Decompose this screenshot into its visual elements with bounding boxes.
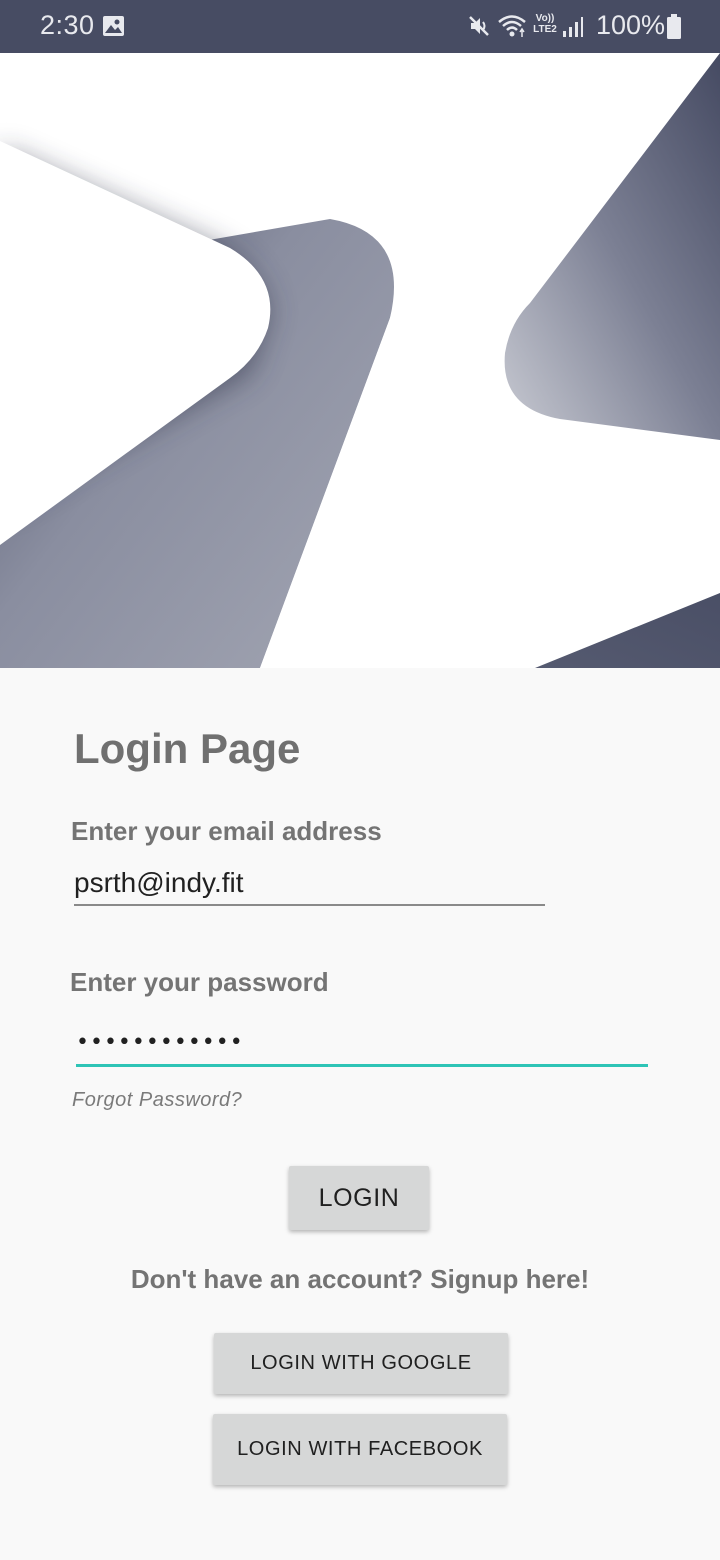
status-time: 2:30	[40, 10, 95, 40]
signal-icon	[563, 17, 583, 37]
volte-indicator: Vo)) LTE2	[530, 13, 560, 35]
battery-icon	[667, 14, 681, 39]
mute-icon	[469, 16, 489, 36]
forgot-password-link[interactable]: Forgot Password?	[72, 1089, 242, 1112]
gallery-icon	[103, 16, 124, 36]
battery-percent: 100%	[596, 10, 666, 40]
header-artwork	[0, 53, 720, 668]
login-with-facebook-button[interactable]: LOGIN WITH FACEBOOK	[213, 1414, 507, 1485]
login-with-google-button[interactable]: LOGIN WITH GOOGLE	[214, 1333, 508, 1394]
abstract-shapes-image	[0, 53, 720, 668]
lte-label: LTE2	[533, 24, 557, 35]
page-title: Login Page	[74, 725, 301, 772]
status-bar: 2:30 Vo)) LTE2 100%	[0, 0, 720, 53]
wifi-icon	[498, 15, 526, 37]
password-label: Enter your password	[70, 967, 329, 997]
volte-label: Vo))	[535, 13, 555, 24]
login-button[interactable]: LOGIN	[289, 1166, 429, 1230]
password-field[interactable]	[76, 1020, 648, 1067]
email-field[interactable]	[74, 862, 545, 906]
email-label: Enter your email address	[71, 816, 382, 846]
signup-link[interactable]: Don't have an account? Signup here!	[0, 1264, 720, 1295]
